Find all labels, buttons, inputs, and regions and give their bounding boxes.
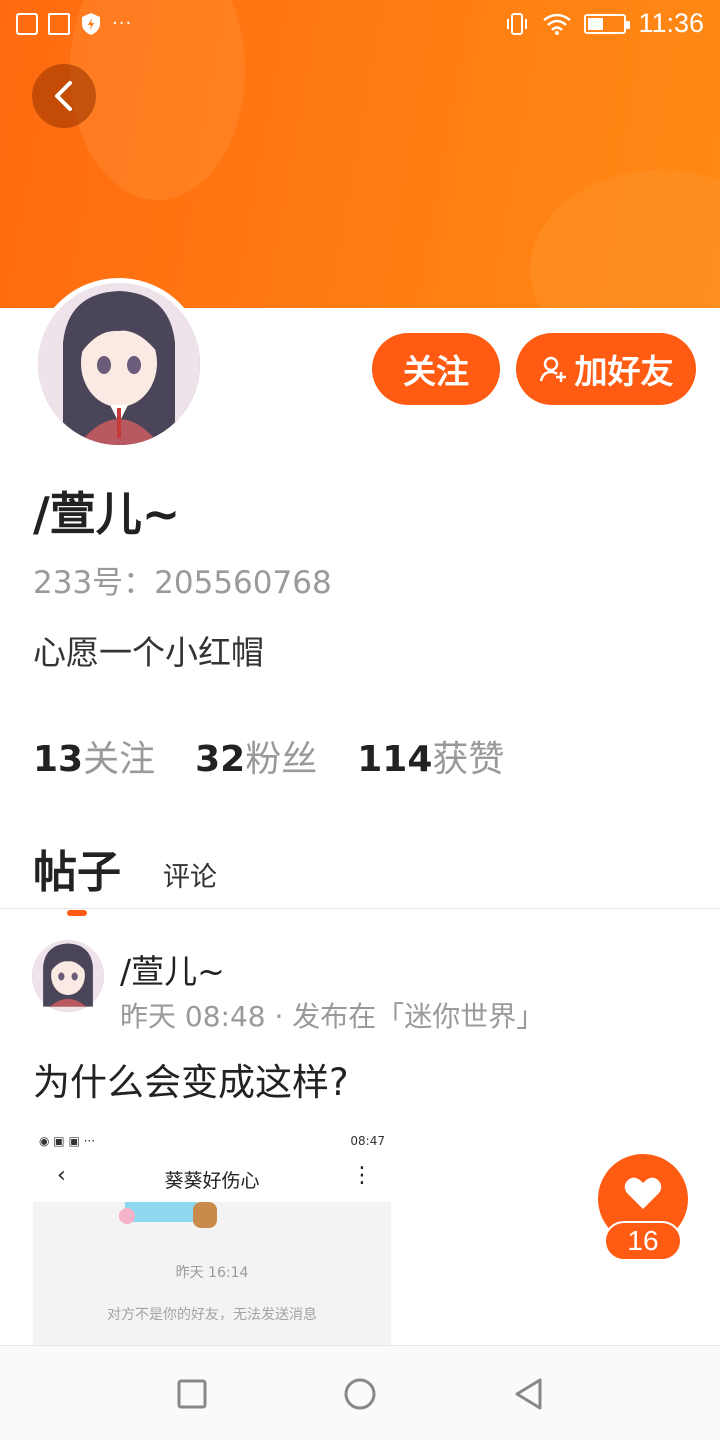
- divider: [0, 908, 720, 909]
- post-title[interactable]: 为什么会变成这样?: [33, 1052, 349, 1106]
- follow-button-label: 关注: [403, 352, 469, 391]
- stat-following[interactable]: 13关注: [33, 730, 155, 782]
- banner-decoration: [530, 170, 720, 308]
- profile-bio: 心愿一个小红帽: [33, 633, 264, 672]
- triangle-back-icon: [515, 1378, 542, 1410]
- tab-posts[interactable]: 帖子: [33, 836, 121, 916]
- post-image-msg-time: 昨天 16:14: [175, 1265, 249, 1281]
- clock: 11:36: [638, 8, 704, 38]
- stat-number: 13: [33, 739, 84, 780]
- post-image-status-bar: ◉ ▣ ▣ ··· 08:47: [39, 1134, 385, 1148]
- stat-likes[interactable]: 114获赞: [357, 730, 504, 782]
- avatar[interactable]: [33, 278, 205, 450]
- profile-username: /萱儿~: [33, 487, 181, 541]
- post-author-name[interactable]: /萱儿~: [120, 945, 225, 993]
- post-image-status-icons: ◉ ▣ ▣ ···: [39, 1134, 96, 1148]
- post-image-time: 08:47: [350, 1134, 385, 1148]
- wifi-icon: [543, 13, 572, 35]
- add-friend-button[interactable]: 加好友: [516, 333, 696, 405]
- stat-number: 32: [195, 739, 246, 780]
- sticker-decoration: [125, 1202, 197, 1222]
- stat-followers[interactable]: 32粉丝: [195, 730, 317, 782]
- post-meta: 昨天 08:48 · 发布在「迷你世界」: [120, 1000, 545, 1033]
- follow-button[interactable]: 关注: [372, 333, 500, 405]
- more-notifications-icon: ···: [112, 13, 133, 34]
- lollipop-icon: [119, 1208, 135, 1224]
- add-friend-label: 加好友: [574, 352, 674, 391]
- vibrate-icon: [507, 12, 528, 35]
- circle-icon: [344, 1378, 376, 1410]
- content-tabs: 帖子 评论: [33, 830, 217, 916]
- chevron-left-icon: [55, 81, 72, 111]
- stat-number: 114: [357, 739, 433, 780]
- like-count: 16: [604, 1221, 682, 1261]
- stat-label: 关注: [83, 739, 156, 780]
- avatar-illustration: [38, 283, 200, 445]
- tab-comments[interactable]: 评论: [163, 855, 217, 894]
- recent-apps-button[interactable]: [174, 1376, 210, 1412]
- shield-icon: [82, 13, 100, 35]
- profile-stats: 13关注 32粉丝 114获赞: [33, 730, 504, 782]
- post-image-chat-title: 葵葵好伤心: [164, 1170, 260, 1192]
- avatar-illustration: [32, 940, 104, 1012]
- back-button[interactable]: [32, 64, 96, 128]
- status-bar: ··· 11:36: [0, 0, 720, 50]
- square-icon: [177, 1379, 207, 1409]
- home-button[interactable]: [342, 1376, 378, 1412]
- post-author-avatar[interactable]: [32, 940, 104, 1012]
- sim-card-icon: [16, 13, 38, 35]
- image-icon: [48, 13, 70, 35]
- add-user-icon: [539, 356, 566, 382]
- back-nav-button[interactable]: [510, 1376, 546, 1412]
- post-image[interactable]: ◉ ▣ ▣ ··· 08:47 ‹ 葵葵好伤心 ⋮ 昨天 16:14 对方不是你…: [33, 1130, 391, 1345]
- stat-label: 获赞: [432, 739, 505, 780]
- bear-sticker-icon: [193, 1202, 217, 1228]
- more-vertical-icon: ⋮: [351, 1163, 373, 1188]
- profile-id: 233号：205560768: [33, 565, 332, 601]
- battery-icon: [584, 13, 631, 34]
- system-nav-bar: [0, 1345, 720, 1440]
- stat-label: 粉丝: [245, 739, 318, 780]
- post-image-notice: 对方不是你的好友，无法发送消息: [107, 1307, 317, 1323]
- heart-icon: [624, 1177, 662, 1209]
